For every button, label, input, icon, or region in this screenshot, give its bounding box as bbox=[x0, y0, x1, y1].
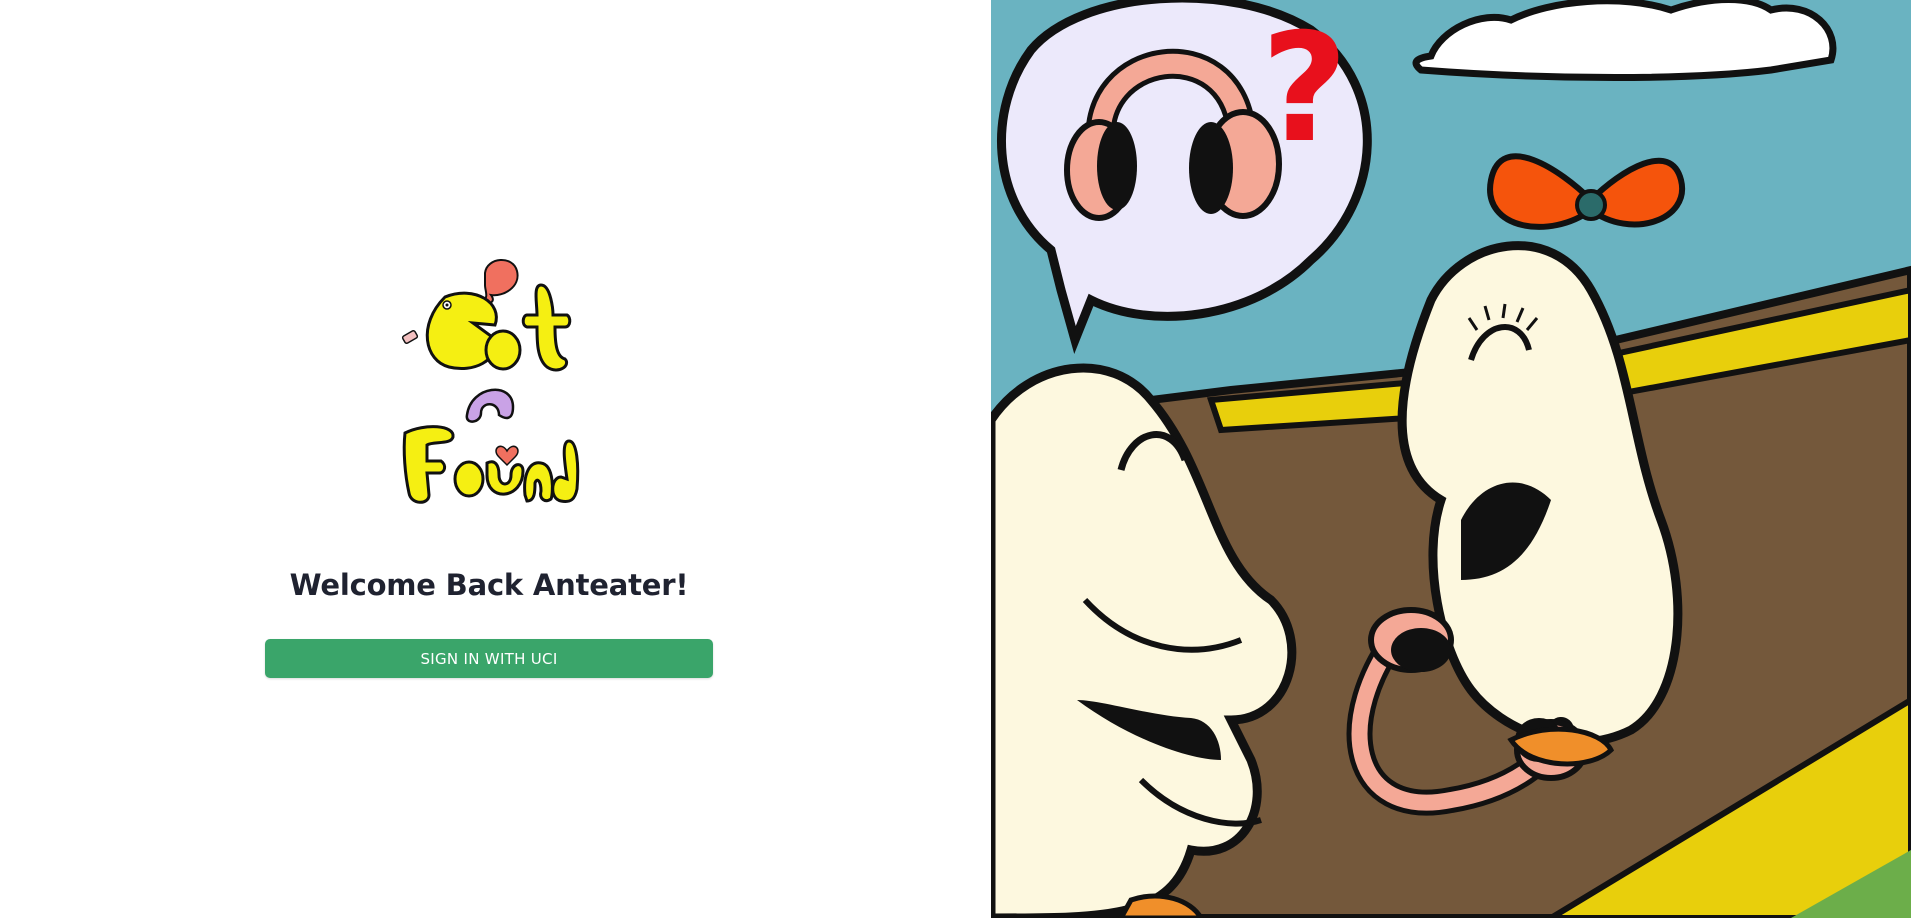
login-panel: Welcome Back Anteater! SIGN IN WITH UCI bbox=[0, 0, 991, 918]
hero-illustration: ? bbox=[991, 0, 1911, 918]
sign-in-uci-button[interactable]: SIGN IN WITH UCI bbox=[265, 639, 713, 678]
question-mark: ? bbox=[1261, 2, 1348, 176]
welcome-heading: Welcome Back Anteater! bbox=[289, 568, 689, 602]
app-logo bbox=[395, 255, 585, 505]
